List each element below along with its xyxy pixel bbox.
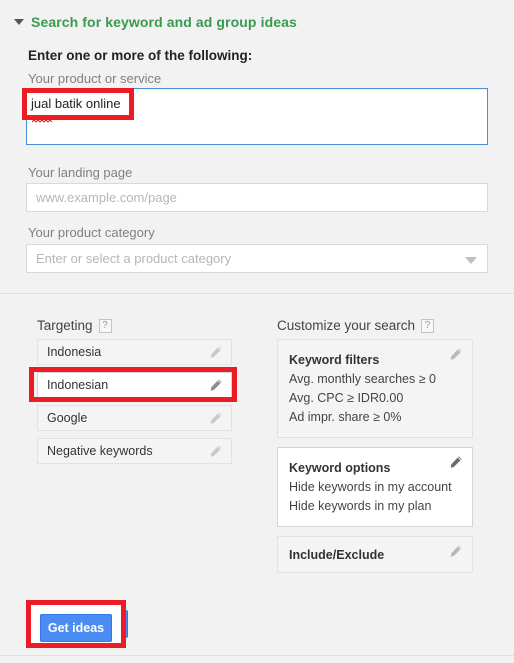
- pencil-icon[interactable]: [209, 444, 223, 458]
- panel-line-avg-monthly-searches: Avg. monthly searches ≥ 0: [289, 372, 436, 386]
- question-mark-icon[interactable]: ?: [421, 318, 435, 333]
- targeting-row-negative-keywords[interactable]: Negative keywords: [37, 438, 232, 464]
- product-service-textarea[interactable]: jual batik online: [26, 88, 488, 145]
- panel-title: Include/Exclude: [289, 548, 385, 562]
- product-category-label: Your product category: [28, 225, 155, 240]
- chevron-down-icon[interactable]: [465, 257, 477, 264]
- panel-line-hide-keywords-account: Hide keywords in my account: [289, 480, 452, 494]
- pencil-icon[interactable]: [449, 455, 463, 469]
- triangle-down-icon[interactable]: [14, 19, 24, 25]
- product-category-select[interactable]: Enter or select a product category: [26, 244, 488, 273]
- bottom-divider: [0, 655, 514, 656]
- panel-title: Keyword filters: [289, 353, 380, 367]
- panel-line-hide-keywords-plan: Hide keywords in my plan: [289, 499, 432, 513]
- customize-title: Customize your search: [277, 318, 416, 333]
- targeting-list: Indonesia Indonesian Google Negative key…: [37, 339, 232, 471]
- question-mark-icon[interactable]: ?: [98, 318, 112, 333]
- keyword-planner-panel: Search for keyword and ad group ideas En…: [0, 0, 514, 663]
- product-service-label: Your product or service: [28, 71, 162, 86]
- panel-line-ad-impr-share: Ad impr. share ≥ 0%: [289, 410, 402, 424]
- spellcheck-squiggle-icon: [34, 104, 56, 108]
- panel-keyword-options[interactable]: Keyword options Hide keywords in my acco…: [277, 447, 473, 527]
- landing-page-placeholder: www.example.com/page: [36, 190, 177, 205]
- landing-page-label: Your landing page: [28, 165, 133, 180]
- landing-page-input[interactable]: www.example.com/page: [26, 183, 488, 212]
- targeting-row-google[interactable]: Google: [37, 405, 232, 431]
- section-divider: [0, 293, 514, 294]
- pencil-icon[interactable]: [449, 347, 463, 361]
- targeting-row-label: Google: [47, 411, 88, 425]
- targeting-row-indonesia[interactable]: Indonesia: [37, 339, 232, 365]
- form-heading: Enter one or more of the following:: [28, 48, 253, 63]
- customize-title-group: Customize your search ?: [277, 318, 435, 333]
- targeting-row-indonesian[interactable]: Indonesian: [37, 372, 232, 398]
- customize-panel-list: Keyword filters Avg. monthly searches ≥ …: [277, 339, 473, 582]
- pencil-icon[interactable]: [449, 544, 463, 558]
- panel-line-avg-cpc: Avg. CPC ≥ IDR0.00: [289, 391, 404, 405]
- section-header-title: Search for keyword and ad group ideas: [31, 14, 297, 30]
- panel-title: Keyword options: [289, 461, 391, 475]
- pencil-icon[interactable]: [209, 411, 223, 425]
- get-ideas-button[interactable]: Get ideas: [40, 610, 129, 638]
- targeting-row-label: Negative keywords: [47, 444, 153, 458]
- section-header-search-ideas[interactable]: Search for keyword and ad group ideas: [14, 14, 297, 30]
- targeting-row-label: Indonesian: [47, 378, 109, 392]
- targeting-row-label: Indonesia: [47, 345, 102, 359]
- product-category-placeholder: Enter or select a product category: [36, 251, 232, 266]
- pencil-icon[interactable]: [209, 378, 223, 392]
- pencil-icon[interactable]: [209, 345, 223, 359]
- targeting-title: Targeting: [37, 318, 93, 333]
- targeting-title-group: Targeting ?: [37, 318, 112, 333]
- panel-include-exclude[interactable]: Include/Exclude: [277, 536, 473, 573]
- panel-keyword-filters[interactable]: Keyword filters Avg. monthly searches ≥ …: [277, 339, 473, 438]
